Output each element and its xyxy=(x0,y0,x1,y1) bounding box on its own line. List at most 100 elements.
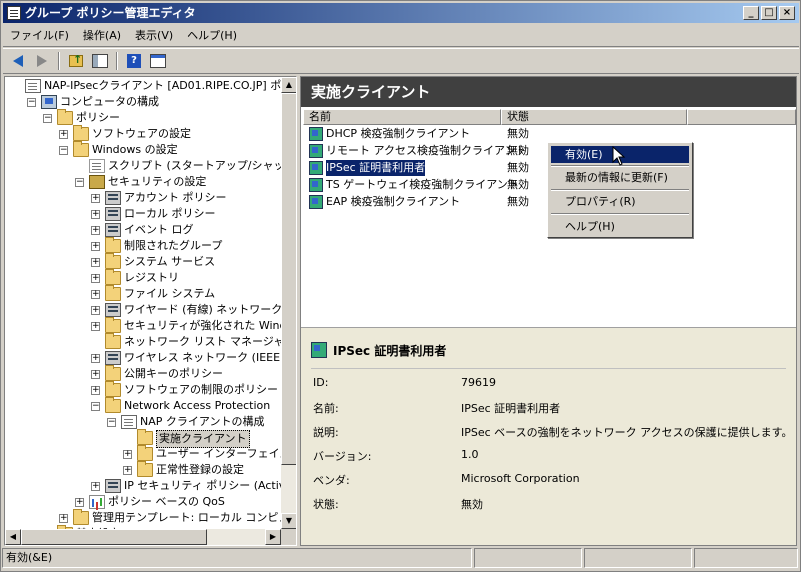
tree-item[interactable]: + ファイル システム xyxy=(5,285,281,302)
expand-icon[interactable]: + xyxy=(91,290,100,299)
tree-item[interactable]: + 管理用テンプレート: ローカル コンピュータから取得 xyxy=(5,509,281,526)
expand-icon[interactable]: + xyxy=(91,274,100,283)
collapse-icon[interactable]: − xyxy=(59,146,68,155)
tree-item-label: レジストリ xyxy=(124,271,179,284)
tree-item[interactable]: + ワイヤレス ネットワーク (IEEE 802.11) xyxy=(5,350,281,366)
tree-vertical-scrollbar[interactable]: ▲ ▼ xyxy=(281,77,296,529)
back-button[interactable] xyxy=(7,50,29,72)
tree-item-label: ユーザー インターフェイスの設定 xyxy=(156,447,281,460)
tree-item[interactable]: − Windows の設定 xyxy=(5,141,281,158)
tree-item[interactable]: + ソフトウェアの設定 xyxy=(5,125,281,142)
scroll-up-button[interactable]: ▲ xyxy=(281,77,296,93)
column-header-blank[interactable] xyxy=(687,109,796,125)
tree-item[interactable]: + ユーザー インターフェイスの設定 xyxy=(5,445,281,462)
expand-icon[interactable]: + xyxy=(123,466,132,475)
tree-item-label: システム サービス xyxy=(124,255,216,268)
tree-item[interactable]: + ワイヤード (有線) ネットワーク (IEEE 802.3) xyxy=(5,302,281,318)
expand-icon[interactable]: + xyxy=(91,226,100,235)
expand-icon[interactable]: + xyxy=(91,322,100,331)
nap-client-icon xyxy=(309,127,323,141)
context-menu-help[interactable]: ヘルプ(H) xyxy=(551,218,689,235)
expand-icon[interactable]: + xyxy=(91,386,100,395)
expand-icon[interactable]: + xyxy=(59,514,68,523)
collapse-icon[interactable]: − xyxy=(107,418,116,427)
column-header-name[interactable]: 名前 xyxy=(303,109,501,125)
expand-icon[interactable]: + xyxy=(91,370,100,379)
hscroll-thumb[interactable] xyxy=(21,529,207,545)
detail-panel: IPSec 証明書利用者 ID: 79619 名前: IPSec 証明書利用者 説明: I… xyxy=(301,327,796,545)
scroll-left-button[interactable]: ◀ xyxy=(5,529,21,545)
list-item[interactable]: DHCP 検疫強制クライアント 無効 xyxy=(301,126,796,142)
tree-item[interactable]: − セキュリティの設定 xyxy=(5,174,281,190)
maximize-button[interactable]: □ xyxy=(761,6,777,20)
tree-item[interactable]: − NAP クライアントの構成 xyxy=(5,414,281,430)
tree-item[interactable]: + セキュリティが強化された Windows ファイアウォール xyxy=(5,317,281,334)
tree-item[interactable]: + 正常性登録の設定 xyxy=(5,461,281,478)
tree-item[interactable]: ネットワーク リスト マネージャ ポリシー xyxy=(5,333,281,350)
context-menu-properties[interactable]: プロパティ(R) xyxy=(551,193,689,210)
close-button[interactable]: × xyxy=(779,6,795,20)
title-bar[interactable]: グループ ポリシー管理エディタ _ □ × xyxy=(3,3,799,23)
expand-icon[interactable]: + xyxy=(91,258,100,267)
expand-icon[interactable]: + xyxy=(91,210,100,219)
collapse-icon[interactable]: − xyxy=(75,178,84,187)
tree-item[interactable]: − コンピュータの構成 xyxy=(5,94,281,110)
show-hide-tree-button[interactable] xyxy=(89,50,111,72)
scroll-thumb[interactable] xyxy=(281,93,296,465)
collapse-icon[interactable]: − xyxy=(91,402,100,411)
tree-item[interactable]: + ソフトウェアの制限のポリシー xyxy=(5,381,281,398)
scroll-down-button[interactable]: ▼ xyxy=(281,513,296,529)
tree-item-label: ファイル システム xyxy=(124,287,216,300)
tree-item-label: ネットワーク リスト マネージャ ポリシー xyxy=(124,335,281,348)
collapse-icon[interactable]: − xyxy=(43,114,52,123)
column-header-state[interactable]: 状態 xyxy=(501,109,687,125)
expand-icon[interactable]: + xyxy=(75,498,84,507)
tree-item[interactable]: スクリプト (スタートアップ/シャットダウン) xyxy=(5,158,281,174)
help-button[interactable]: ? xyxy=(123,50,145,72)
menu-action[interactable]: 操作(A) xyxy=(76,26,128,46)
expand-icon[interactable]: + xyxy=(91,242,100,251)
tree-item[interactable]: − ポリシー xyxy=(5,109,281,126)
collapse-icon[interactable]: − xyxy=(27,98,36,107)
up-button[interactable] xyxy=(65,50,87,72)
tree-item[interactable]: + イベント ログ xyxy=(5,222,281,238)
menu-view[interactable]: 表示(V) xyxy=(128,26,180,46)
status-panel-3 xyxy=(584,548,692,568)
tree-item[interactable]: + ポリシー ベースの QoS xyxy=(5,494,281,510)
tree-horizontal-scrollbar[interactable]: ◀ ▶ xyxy=(5,529,281,545)
console-tree: NAP-IPsecクライアント [AD01.RIPE.CO.JP] ポリシー−コ… xyxy=(4,76,297,546)
minimize-button[interactable]: _ xyxy=(743,6,759,20)
tree-item[interactable]: + IP セキュリティ ポリシー (Active Directory) xyxy=(5,478,281,494)
tree-item[interactable]: NAP-IPsecクライアント [AD01.RIPE.CO.JP] ポリシー xyxy=(5,78,281,94)
tree-item-label: 正常性登録の設定 xyxy=(156,463,244,476)
tree-item[interactable]: − Network Access Protection xyxy=(5,397,281,414)
tree-item[interactable]: + システム サービス xyxy=(5,253,281,270)
expand-icon[interactable]: + xyxy=(91,482,100,491)
nap-client-icon xyxy=(309,178,323,192)
forward-button[interactable] xyxy=(31,50,53,72)
folder-open-icon xyxy=(137,429,153,445)
expand-icon[interactable]: + xyxy=(91,194,100,203)
tree-item[interactable]: + ローカル ポリシー xyxy=(5,206,281,222)
expand-icon[interactable]: + xyxy=(123,450,132,459)
policy-icon xyxy=(105,191,121,205)
menu-help[interactable]: ヘルプ(H) xyxy=(180,26,244,46)
expand-icon[interactable]: + xyxy=(91,306,100,315)
context-menu-refresh[interactable]: 最新の情報に更新(F) xyxy=(551,169,689,186)
script-icon xyxy=(89,159,105,173)
policy-icon xyxy=(105,479,121,493)
tree-item-label: ソフトウェアの設定 xyxy=(92,127,191,140)
tree-item[interactable]: + 制限されたグループ xyxy=(5,237,281,254)
tree-item[interactable]: 実施クライアント xyxy=(5,429,281,448)
menu-file[interactable]: ファイル(F) xyxy=(3,26,76,46)
expand-icon[interactable]: + xyxy=(91,354,100,363)
tree-item[interactable]: + アカウント ポリシー xyxy=(5,190,281,206)
folder-icon xyxy=(105,253,121,269)
tree-view[interactable]: NAP-IPsecクライアント [AD01.RIPE.CO.JP] ポリシー−コ… xyxy=(5,77,281,529)
tree-item[interactable]: + 公開キーのポリシー xyxy=(5,365,281,382)
new-window-button[interactable] xyxy=(147,50,169,72)
tree-item[interactable]: + レジストリ xyxy=(5,269,281,286)
scroll-right-button[interactable]: ▶ xyxy=(265,529,281,545)
expand-icon[interactable]: + xyxy=(59,130,68,139)
detail-title: IPSec 証明書利用者 xyxy=(333,344,447,358)
